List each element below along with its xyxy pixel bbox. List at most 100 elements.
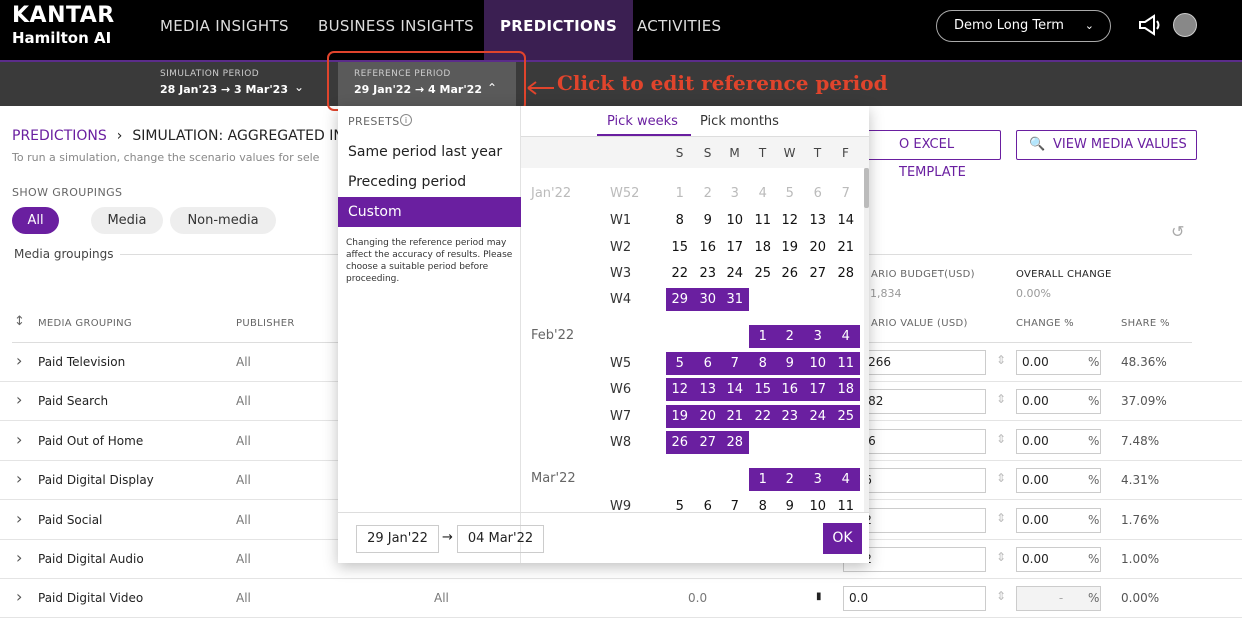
calendar-day[interactable]: 30 (694, 288, 722, 311)
lock-link-icon[interactable]: ⇕ (996, 392, 1006, 406)
megaphone-icon[interactable] (1137, 14, 1163, 36)
calendar-day[interactable]: 17 (804, 378, 832, 401)
calendar-day[interactable]: 21 (721, 405, 749, 428)
chevron-right-icon[interactable]: › (16, 430, 22, 449)
week-label[interactable]: W6 (610, 382, 631, 397)
table-row[interactable]: › Paid Digital Video All All 0.0 ▮ 0.0 ⇕ -% 0.00% (0, 579, 1242, 619)
calendar-day[interactable]: 15 (666, 236, 694, 259)
calendar-day[interactable]: 22 (749, 405, 777, 428)
calendar-day[interactable]: 5 (776, 182, 804, 205)
calendar-day[interactable]: 24 (721, 262, 749, 285)
calendar-day[interactable]: 18 (749, 236, 777, 259)
calendar-day[interactable]: 28 (832, 262, 860, 285)
breadcrumb-root[interactable]: PREDICTIONS (12, 128, 107, 144)
calendar-day[interactable]: 11 (832, 495, 860, 518)
view-media-values-button[interactable]: 🔍 VIEW MEDIA VALUES (1016, 130, 1197, 160)
calendar-day[interactable]: 22 (666, 262, 694, 285)
calendar-day[interactable]: 7 (832, 182, 860, 205)
calendar-day[interactable]: 5 (666, 495, 694, 518)
week-label[interactable]: W3 (610, 266, 631, 281)
calendar-day[interactable]: 6 (694, 352, 722, 375)
calendar-day[interactable]: 25 (832, 405, 860, 428)
calendar-day[interactable]: 7 (721, 495, 749, 518)
nav-activities[interactable]: ACTIVITIES (637, 0, 721, 60)
start-date-input[interactable]: 29 Jan'22 (356, 525, 439, 553)
reset-icon[interactable]: ↺ (1171, 222, 1184, 241)
calendar-day[interactable]: 14 (721, 378, 749, 401)
calendar-day[interactable]: 25 (749, 262, 777, 285)
calendar-day[interactable]: 18 (832, 378, 860, 401)
header-media-grouping[interactable]: MEDIA GROUPING (38, 318, 132, 329)
calendar-day[interactable]: 8 (749, 495, 777, 518)
week-label[interactable]: W52 (610, 186, 639, 201)
chevron-down-icon[interactable]: ⌄ (294, 80, 304, 94)
week-label[interactable]: W1 (610, 213, 631, 228)
calendar-day[interactable]: 20 (694, 405, 722, 428)
calendar-day[interactable]: 5 (666, 352, 694, 375)
calendar-day[interactable]: 15 (749, 378, 777, 401)
chevron-right-icon[interactable]: › (16, 548, 22, 567)
calendar-day[interactable]: 6 (694, 495, 722, 518)
calendar-day[interactable]: 19 (666, 405, 694, 428)
calendar-day[interactable]: 3 (804, 325, 832, 348)
calendar-day[interactable]: 23 (694, 262, 722, 285)
week-label[interactable]: W9 (610, 499, 631, 514)
chevron-right-icon[interactable]: › (16, 469, 22, 488)
calendar-day[interactable]: 2 (694, 182, 722, 205)
chevron-right-icon[interactable]: › (16, 351, 22, 370)
lock-link-icon[interactable]: ⇕ (996, 353, 1006, 367)
preset-custom[interactable]: Custom (338, 197, 521, 227)
excel-template-button[interactable]: O EXCEL TEMPLATE (862, 130, 1001, 180)
calendar-day[interactable]: 10 (804, 352, 832, 375)
chevron-right-icon[interactable]: › (16, 390, 22, 409)
calendar-day[interactable]: 13 (804, 209, 832, 232)
calendar-day[interactable]: 12 (666, 378, 694, 401)
calendar-day[interactable]: 28 (721, 431, 749, 454)
calendar-day[interactable]: 10 (721, 209, 749, 232)
header-publisher[interactable]: PUBLISHER (236, 318, 295, 329)
calendar-day[interactable]: 31 (721, 288, 749, 311)
info-icon[interactable]: i (400, 114, 412, 126)
calendar-day[interactable]: 3 (804, 468, 832, 491)
calendar-day[interactable]: 26 (776, 262, 804, 285)
calendar-day[interactable]: 11 (749, 209, 777, 232)
calendar-day[interactable]: 4 (832, 468, 860, 491)
nav-media-insights[interactable]: MEDIA INSIGHTS (160, 0, 289, 60)
calendar-day[interactable]: 10 (804, 495, 832, 518)
project-selector[interactable]: Demo Long Term ⌄ (936, 10, 1111, 42)
lock-link-icon[interactable]: ⇕ (996, 432, 1006, 446)
calendar-day[interactable]: 9 (694, 209, 722, 232)
calendar-day[interactable]: 6 (804, 182, 832, 205)
calendar-day[interactable]: 19 (776, 236, 804, 259)
calendar-day[interactable]: 12 (776, 209, 804, 232)
preset-preceding-period[interactable]: Preceding period (338, 167, 521, 197)
scrollbar-track[interactable] (864, 168, 869, 513)
calendar-day[interactable]: 3 (721, 182, 749, 205)
sort-icon[interactable]: ↕ (14, 314, 25, 329)
calendar-day[interactable]: 16 (776, 378, 804, 401)
week-label[interactable]: W2 (610, 240, 631, 255)
calendar-day[interactable]: 9 (776, 352, 804, 375)
week-label[interactable]: W4 (610, 292, 631, 307)
avatar[interactable] (1173, 13, 1197, 37)
lock-link-icon[interactable]: ⇕ (996, 550, 1006, 564)
tab-pick-weeks[interactable]: Pick weeks (607, 114, 678, 129)
pill-media[interactable]: Media (91, 207, 163, 234)
calendar-day[interactable]: 2 (776, 468, 804, 491)
lock-link-icon[interactable]: ⇕ (996, 511, 1006, 525)
calendar-day[interactable]: 23 (776, 405, 804, 428)
calendar-day[interactable]: 20 (804, 236, 832, 259)
calendar-day[interactable]: 1 (749, 468, 777, 491)
scenario-value-input[interactable]: 0.0 (843, 586, 986, 612)
calendar-day[interactable]: 26 (666, 431, 694, 454)
calendar-day[interactable]: 27 (804, 262, 832, 285)
lock-link-icon[interactable]: ⇕ (996, 589, 1006, 603)
lock-link-icon[interactable]: ⇕ (996, 471, 1006, 485)
calendar-day[interactable]: 24 (804, 405, 832, 428)
week-label[interactable]: W8 (610, 435, 631, 450)
chevron-right-icon[interactable]: › (16, 587, 22, 606)
calendar-day[interactable]: 1 (666, 182, 694, 205)
week-label[interactable]: W7 (610, 409, 631, 424)
pill-all[interactable]: All (12, 207, 59, 234)
preset-same-period-last-year[interactable]: Same period last year (338, 137, 521, 167)
